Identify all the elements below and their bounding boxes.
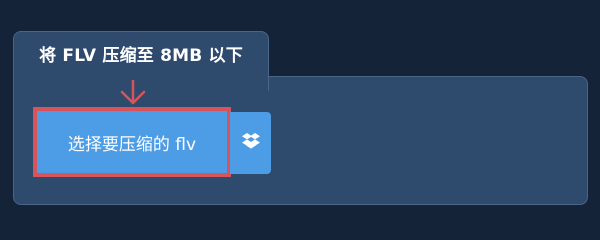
tab-panel-joint: [14, 74, 268, 78]
arrow-down-icon: [118, 78, 148, 106]
choose-file-button[interactable]: 选择要压缩的 flv: [33, 107, 231, 177]
tab-title: 将 FLV 压缩至 8MB 以下: [39, 46, 243, 66]
choose-file-label: 选择要压缩的 flv: [67, 134, 197, 155]
dropbox-icon: [241, 133, 260, 153]
dropbox-button[interactable]: [230, 112, 271, 174]
